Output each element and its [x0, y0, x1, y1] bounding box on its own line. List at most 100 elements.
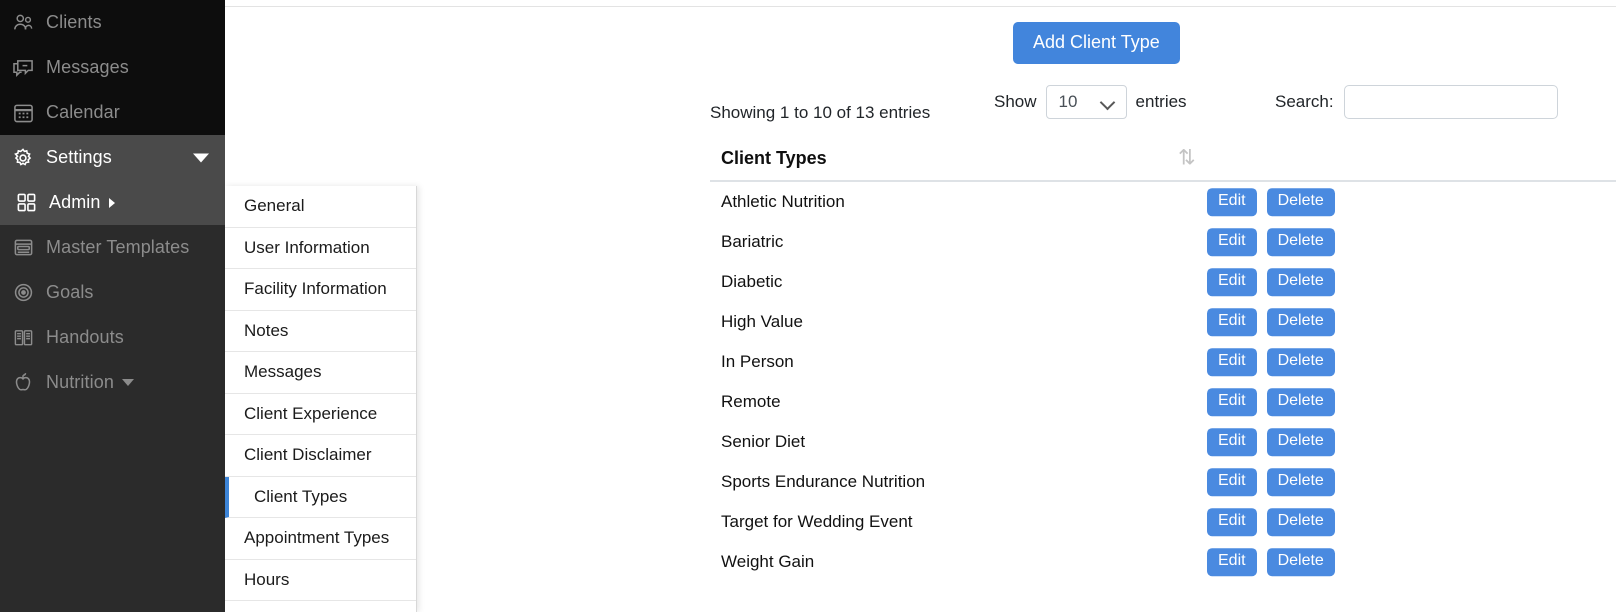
submenu-item-label: Client Experience — [244, 403, 378, 423]
messages-icon — [10, 56, 36, 80]
calendar-icon — [10, 101, 36, 125]
delete-button[interactable]: Delete — [1266, 268, 1335, 296]
client-type-name: Diabetic — [721, 272, 783, 291]
submenu-item-facility-information[interactable]: Facility Information — [225, 269, 416, 311]
main-sidebar: Clients Messages Calendar Settings Admin… — [0, 0, 225, 612]
submenu-item-label: User Information — [244, 237, 370, 257]
edit-button[interactable]: Edit — [1207, 188, 1257, 216]
sidebar-item-goals[interactable]: Goals — [0, 270, 225, 315]
sidebar-item-calendar[interactable]: Calendar — [0, 90, 225, 135]
delete-button[interactable]: Delete — [1266, 348, 1335, 376]
delete-button[interactable]: Delete — [1266, 228, 1335, 256]
submenu-item-notes[interactable]: Notes — [225, 311, 416, 352]
submenu-item-client-types[interactable]: Client Types — [225, 476, 416, 518]
edit-button[interactable]: Edit — [1207, 428, 1257, 456]
app-root: Clients Messages Calendar Settings Admin… — [0, 0, 1616, 612]
submenu-item-label: Client Types — [254, 486, 348, 506]
sidebar-item-label: Master Templates — [46, 237, 190, 257]
master-templates-icon — [10, 236, 36, 260]
client-type-name: In Person — [721, 352, 794, 371]
edit-button[interactable]: Edit — [1207, 468, 1257, 496]
client-type-name: High Value — [721, 312, 803, 331]
delete-button[interactable]: Delete — [1266, 508, 1335, 536]
edit-button[interactable]: Edit — [1207, 228, 1257, 256]
delete-button[interactable]: Delete — [1266, 308, 1335, 336]
chevron-down-icon — [1099, 94, 1115, 111]
sidebar-item-master-templates[interactable]: Master Templates — [0, 225, 225, 270]
client-type-name: Senior Diet — [721, 432, 806, 451]
client-type-name: Target for Wedding Event — [721, 512, 913, 531]
edit-button[interactable]: Edit — [1207, 348, 1257, 376]
sidebar-item-label: Settings — [46, 147, 112, 167]
submenu-item-general[interactable]: General — [225, 186, 416, 228]
edit-button[interactable]: Edit — [1207, 388, 1257, 416]
submenu-item-label: Client Disclaimer — [244, 445, 372, 465]
client-type-name: Bariatric — [721, 232, 784, 251]
table-row: High Value Edit Delete — [710, 302, 1616, 342]
nutrition-icon — [10, 371, 36, 395]
sidebar-item-nutrition[interactable]: Nutrition — [0, 360, 225, 405]
edit-button[interactable]: Edit — [1207, 548, 1257, 576]
row-actions: Edit Delete — [1207, 428, 1335, 456]
edit-button[interactable]: Edit — [1207, 268, 1257, 296]
delete-button[interactable]: Delete — [1266, 388, 1335, 416]
submenu-item-label: Appointment Types — [244, 528, 390, 548]
sidebar-item-label: Handouts — [46, 327, 124, 347]
search-control: Search: — [1275, 85, 1558, 119]
table-row: Remote Edit Delete — [710, 382, 1616, 422]
delete-button[interactable]: Delete — [1266, 548, 1335, 576]
submenu-item-client-experience[interactable]: Client Experience — [225, 394, 416, 435]
page-length-select[interactable]: 10 — [1045, 85, 1127, 119]
chevron-down-icon — [193, 153, 209, 162]
table-row: Athletic Nutrition Edit Delete — [710, 182, 1616, 222]
client-type-name: Athletic Nutrition — [721, 192, 845, 211]
submenu-item-label: Notes — [244, 320, 289, 340]
add-client-type-button[interactable]: Add Client Type — [1013, 22, 1180, 64]
row-actions: Edit Delete — [1207, 228, 1335, 256]
sidebar-item-admin[interactable]: Admin — [0, 180, 225, 225]
row-actions: Edit Delete — [1207, 468, 1335, 496]
table-row: Target for Wedding Event Edit Delete — [710, 502, 1616, 542]
edit-button[interactable]: Edit — [1207, 508, 1257, 536]
delete-button[interactable]: Delete — [1266, 188, 1335, 216]
table-row: Bariatric Edit Delete — [710, 222, 1616, 262]
submenu-item-client-disclaimer[interactable]: Client Disclaimer — [225, 435, 416, 477]
sidebar-item-label: Clients — [46, 12, 102, 32]
column-header-client-types[interactable]: Client Types — [710, 148, 827, 169]
sidebar-item-label: Nutrition — [46, 372, 114, 392]
row-actions: Edit Delete — [1207, 268, 1335, 296]
handouts-icon — [10, 326, 36, 350]
sidebar-item-handouts[interactable]: Handouts — [0, 315, 225, 360]
page-length-control: Show 10 entries — [994, 85, 1187, 119]
sidebar-item-messages[interactable]: Messages — [0, 45, 225, 90]
search-input[interactable] — [1343, 85, 1558, 119]
sidebar-item-label: Messages — [46, 57, 129, 77]
sidebar-item-settings[interactable]: Settings — [0, 135, 225, 180]
sort-icon[interactable]: ⇅ — [1178, 148, 1196, 169]
show-label: Show — [994, 92, 1037, 111]
delete-button[interactable]: Delete — [1266, 428, 1335, 456]
submenu-item-label: Hours — [244, 569, 290, 589]
row-actions: Edit Delete — [1207, 188, 1335, 216]
submenu-item-user-information[interactable]: User Information — [225, 228, 416, 269]
submenu-item-messages[interactable]: Messages — [225, 352, 416, 394]
submenu-item-appointment-types[interactable]: Appointment Types — [225, 518, 416, 560]
edit-button[interactable]: Edit — [1207, 308, 1257, 336]
chevron-down-icon — [121, 379, 134, 386]
client-type-name: Sports Endurance Nutrition — [721, 472, 926, 491]
delete-button[interactable]: Delete — [1266, 468, 1335, 496]
submenu-item-label: Messages — [244, 362, 322, 382]
sidebar-item-label: Admin — [49, 192, 101, 212]
clients-icon — [10, 11, 36, 35]
sidebar-item-clients[interactable]: Clients — [0, 0, 225, 45]
chevron-right-icon — [108, 197, 115, 208]
submenu-item-hours[interactable]: Hours — [225, 560, 416, 601]
table-row: Senior Diet Edit Delete — [710, 422, 1616, 462]
submenu-item-label: General — [244, 196, 305, 216]
grid-icon — [13, 191, 39, 215]
table-row: In Person Edit Delete — [710, 342, 1616, 382]
table-row: Sports Endurance Nutrition Edit Delete — [710, 462, 1616, 502]
table-header-row: Client Types ⇅ — [710, 136, 1616, 182]
showing-entries-text: Showing 1 to 10 of 13 entries — [710, 103, 931, 122]
client-types-table: Client Types ⇅ Athletic Nutrition Edit D… — [710, 136, 1616, 582]
